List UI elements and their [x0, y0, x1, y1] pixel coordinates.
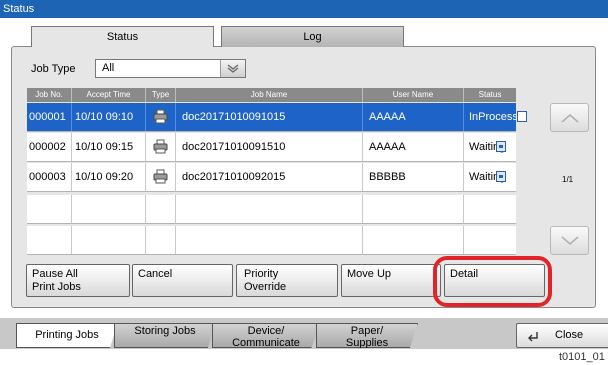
priority-override-button[interactable]: Priority Override — [236, 264, 338, 297]
pause-all-label-line1: Pause All — [32, 268, 78, 280]
tab-log-label: Log — [303, 31, 322, 43]
header-status: Status — [478, 90, 502, 99]
priority-override-label-line2: Override — [244, 281, 287, 293]
tab-status[interactable]: Status — [31, 26, 214, 47]
job-type-value: All — [102, 62, 115, 74]
status-indicator-icon — [517, 111, 527, 122]
window-title-bar: Status — [0, 0, 608, 18]
header-accept-time: Accept Time — [72, 88, 146, 102]
priority-override-label-line1: Priority — [244, 268, 279, 280]
chevron-down-icon — [561, 235, 578, 245]
status-text: InProcess — [469, 111, 518, 123]
tab-paper-supplies[interactable]: Paper/ Supplies — [316, 323, 418, 348]
close-button[interactable]: Close — [516, 323, 608, 348]
cell-job-no: 000003 — [27, 163, 72, 191]
tab-device-label-line1: Device/ — [247, 325, 285, 337]
table-row-empty — [27, 195, 516, 224]
cell-type — [146, 103, 176, 131]
cell-job-no: 000001 — [27, 103, 72, 131]
job-type-label: Job Type — [31, 63, 76, 75]
cell-user-name: BBBBB — [363, 163, 464, 191]
pause-all-label-line2: Print Jobs — [32, 281, 81, 293]
chevron-up-icon — [561, 113, 578, 123]
tab-printing-jobs[interactable]: Printing Jobs — [16, 323, 118, 348]
cell-job-name: doc20171010092015 — [176, 163, 363, 191]
cell-status: Waiting — [464, 163, 516, 191]
tab-paper-label-line2: Supplies — [345, 337, 389, 349]
header-user-name: User Name — [363, 88, 464, 102]
table-row[interactable]: 000003 10/10 09:20 doc20171010092015 BBB… — [27, 163, 516, 192]
header-type: Type — [146, 88, 176, 102]
table-row-empty — [27, 226, 516, 255]
move-up-label: Move Up — [347, 268, 392, 280]
cell-type — [146, 133, 176, 161]
chevron-down-icon[interactable] — [220, 60, 245, 77]
printer-icon — [153, 169, 168, 184]
scroll-up-button[interactable] — [550, 103, 589, 132]
header-job-name: Job Name — [176, 88, 363, 102]
cancel-label: Cancel — [138, 268, 173, 280]
return-arrow-icon — [528, 332, 538, 342]
printer-icon — [153, 139, 168, 154]
tab-log[interactable]: Log — [221, 26, 404, 47]
tab-printing-jobs-label: Printing Jobs — [35, 329, 99, 341]
table-row[interactable]: 000002 10/10 09:15 doc20171010091510 AAA… — [27, 133, 516, 162]
waiting-status-icon — [496, 141, 506, 152]
page-indicator: 1/1 — [562, 175, 574, 184]
header-job-no: Job No. — [27, 88, 72, 102]
job-type-select[interactable]: All — [95, 59, 246, 78]
table-row[interactable]: 000001 10/10 09:10 doc20171010091015 AAA… — [27, 103, 527, 132]
cell-user-name: AAAAA — [363, 103, 464, 131]
cell-status: InProcess — [464, 103, 518, 131]
scroll-down-button[interactable] — [550, 226, 589, 255]
printer-icon — [153, 109, 168, 124]
figure-id: t0101_01 — [559, 351, 605, 363]
detail-highlight-callout — [433, 256, 552, 307]
tab-status-label: Status — [106, 31, 139, 43]
cancel-button[interactable]: Cancel — [132, 264, 233, 297]
tab-device-label-line2: Communicate — [232, 337, 300, 349]
tab-paper-label-line1: Paper/ — [350, 325, 384, 337]
move-up-button[interactable]: Move Up — [341, 264, 441, 297]
window-title: Status — [3, 3, 35, 15]
cell-accept-time: 10/10 09:10 — [72, 103, 146, 131]
cell-job-no: 000002 — [27, 133, 72, 161]
table-header: Job No. Accept Time Type Job Name User N… — [27, 88, 516, 102]
cell-accept-time: 10/10 09:20 — [72, 163, 146, 191]
cell-job-name: doc20171010091015 — [176, 103, 363, 131]
tab-storing-jobs[interactable]: Storing Jobs — [114, 323, 216, 348]
tab-device-communicate[interactable]: Device/ Communicate — [212, 323, 320, 348]
close-label: Close — [555, 329, 584, 341]
cell-user-name: AAAAA — [363, 133, 464, 161]
cell-accept-time: 10/10 09:15 — [72, 133, 146, 161]
pause-all-print-jobs-button[interactable]: Pause All Print Jobs — [26, 264, 130, 297]
cell-status: Waiting — [464, 133, 516, 161]
cell-type — [146, 163, 176, 191]
waiting-status-icon — [496, 171, 506, 182]
cell-job-name: doc20171010091510 — [176, 133, 363, 161]
tab-storing-jobs-label: Storing Jobs — [134, 325, 196, 337]
